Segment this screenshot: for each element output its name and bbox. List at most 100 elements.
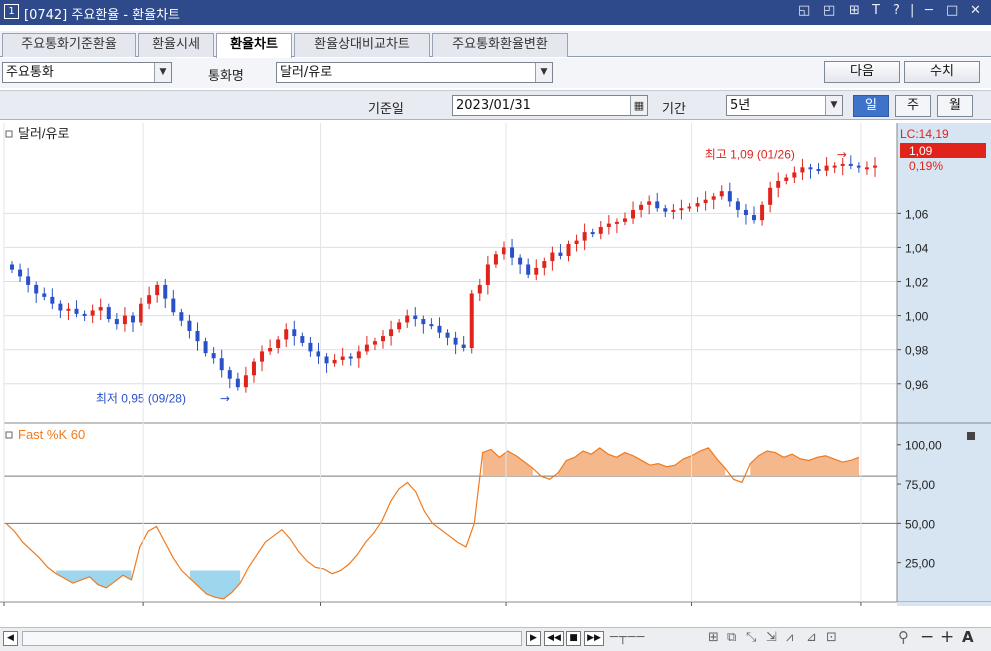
candle-body [211,353,216,359]
candle-body [219,358,224,371]
tab-major-rates[interactable]: 주요통화기준환율 [2,33,136,57]
period-day-button[interactable]: 일 [853,95,889,117]
candle-body [574,240,579,245]
candle-body [501,247,506,255]
tab-converter[interactable]: 주요통화환율변환 [432,33,568,57]
period-month-button[interactable]: 월 [937,95,973,117]
minimize-icon[interactable]: ─ [925,3,933,18]
candle-body [832,165,837,168]
tab-relative-chart[interactable]: 환율상대비교차트 [294,33,430,57]
resize-icon[interactable]: ⤡ [746,630,756,645]
candle-body [840,163,845,166]
calendar-icon[interactable]: ▦ [630,96,647,115]
candle-body [364,344,369,352]
candle-body [389,329,394,337]
minimize-to-tray-icon[interactable]: ◱ [798,3,810,18]
candle-body [163,284,168,299]
k-panel-title: Fast %K 60 [18,427,85,442]
panel-marker-icon [5,130,13,138]
panel-marker-icon [5,431,13,439]
trend-line-icon[interactable]: ⇲ [766,630,777,645]
scroll-left-icon[interactable]: ◀ [3,631,18,646]
price-tick-label: 1,06 [905,207,929,221]
candle-body [606,223,611,227]
close-icon[interactable]: ✕ [970,3,981,18]
values-button[interactable]: 수치 [904,61,980,83]
period-week-button[interactable]: 주 [895,95,931,117]
candle-body [332,359,337,364]
span-select[interactable]: 5년 ▼ [726,95,843,116]
chevron-down-icon[interactable]: ▼ [154,63,171,82]
candle-body [526,264,531,275]
filter-bar: 주요통화 ▼ 통화명 달러/유로 ▼ 다음 수치 [0,58,991,88]
candle-body [268,348,273,352]
candle-body [227,370,232,379]
minus-icon[interactable]: − [920,627,934,647]
candle-body [687,206,692,209]
period-bar: 기준일 2023/01/31 ▦ 기간 5년 ▼ 일 주 월 [0,90,991,120]
chart-area[interactable]: 1,06 1,04 1,02 1,00 0,98 0,96 달러/유로최고 1,09 (01… [0,123,991,606]
candle-body [703,199,708,204]
tab-chart[interactable]: 환율차트 [216,33,292,58]
wave-icon[interactable]: ⩘ [786,630,793,645]
candle-body [558,252,563,256]
k-tick-label: 75,00 [905,478,935,492]
candle-body [477,284,482,294]
triangle-icon[interactable]: ⊿ [806,630,817,645]
currency-group-select[interactable]: 주요통화 ▼ [2,62,172,83]
maximize-icon[interactable]: □ [946,3,958,18]
candle-body [534,267,539,275]
candle-body [308,342,313,352]
candle-body [848,163,853,166]
candle-body [743,209,748,216]
window-title: [0742] 주요환율 - 환율차트 [24,8,180,23]
stop-icon[interactable]: ■ [566,631,581,646]
grid-icon[interactable]: ⊞ [849,3,860,18]
zoom-icon[interactable]: ⚲ [898,628,909,646]
high-arrow-icon: → [837,148,847,162]
candle-body [768,187,773,205]
currency-select[interactable]: 달러/유로 ▼ [276,62,553,83]
frame-icon[interactable]: ⊡ [826,630,837,645]
candle-body [614,221,619,224]
candle-body [510,247,515,258]
horizontal-scrollbar[interactable] [22,631,522,646]
step-forward-icon[interactable]: ▶▶ [584,631,604,646]
chevron-down-icon[interactable]: ▼ [535,63,552,82]
restore-icon[interactable]: ◰ [823,3,835,18]
next-button[interactable]: 다음 [824,61,900,83]
separator: | [910,3,915,18]
candle-body [518,257,523,265]
candle-body [340,356,345,360]
candle-body [171,298,176,313]
candle-body [18,269,23,277]
date-input[interactable]: 2023/01/31 ▦ [452,95,648,116]
text-icon[interactable]: A [962,628,974,646]
candle-body [550,252,555,262]
candle-body [671,209,676,212]
candle-body [663,208,668,212]
tab-quotes[interactable]: 환율시세 [138,33,214,57]
candle-body [727,191,732,202]
candle-body [106,307,111,320]
candle-body [679,208,684,211]
candle-body [34,284,39,294]
candle-body [348,356,353,359]
candle-body [792,172,797,178]
high-label: 최고 1,09 (01/26) [705,148,795,162]
panel-close-icon [967,432,975,440]
candle-body [639,204,644,210]
help-icon[interactable]: ? [893,3,900,18]
candle-body [187,320,192,331]
play-pause-icon[interactable]: ▶ [526,631,541,646]
grid-view-icon[interactable]: ⊞ [708,630,719,645]
step-icon[interactable]: ◀◀ [544,631,564,646]
copy-icon[interactable]: ⧉ [727,630,736,645]
candle-body [542,261,547,268]
plus-icon[interactable]: + [940,627,954,647]
chevron-down-icon[interactable]: ▼ [825,96,842,115]
candle-body [784,177,789,181]
font-icon[interactable]: T [872,3,880,18]
zoom-slider-icon[interactable]: ─┬── [610,630,645,645]
price-tick-label: 0,98 [905,344,929,358]
